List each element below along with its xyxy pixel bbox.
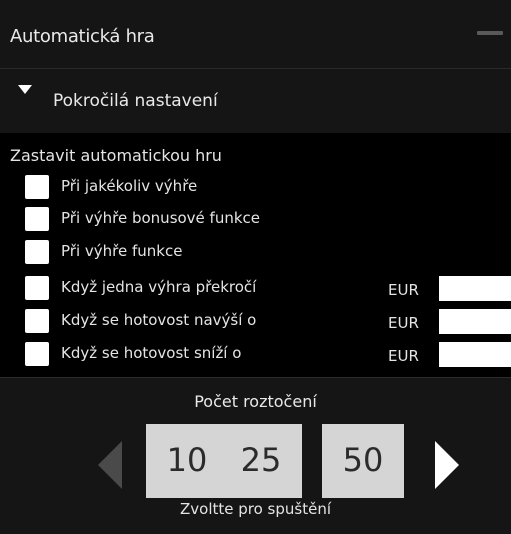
spin-count-title: Počet roztočení xyxy=(194,392,317,411)
stop-option-balance-increase: Když se hotovost navýší o EUR xyxy=(25,309,511,334)
currency-label: EUR xyxy=(388,314,419,332)
panel-title: Automatická hra xyxy=(10,26,155,47)
option-label: Když jedna výhra překročí xyxy=(61,278,257,296)
arrow-right-icon[interactable] xyxy=(435,441,459,489)
balance-increase-amount-input[interactable] xyxy=(439,309,511,334)
stop-option-any-win: Při jakékoliv výhře xyxy=(25,175,496,199)
option-label: Při výhře bonusové funkce xyxy=(61,209,261,227)
advanced-settings-toggle[interactable]: Pokročilá nastavení xyxy=(0,69,511,133)
stop-option-balance-decrease: Když se hotovost sníží o EUR xyxy=(25,342,511,367)
minimize-icon[interactable] xyxy=(477,31,503,35)
stop-option-bonus-feature-win: Při výhře bonusové funkce xyxy=(25,207,496,231)
spin-count-section: Počet roztočení 10 25 50 Zvoltte pro spu… xyxy=(0,377,511,534)
checkbox-any-win[interactable] xyxy=(25,175,49,199)
currency-label: EUR xyxy=(388,281,419,299)
arrow-left-icon[interactable] xyxy=(98,441,122,489)
option-label: Když se hotovost sníží o xyxy=(61,344,242,362)
spin-count-hint: Zvoltte pro spuštění xyxy=(179,500,331,518)
spin-count-button-50[interactable]: 50 xyxy=(322,424,404,498)
balance-decrease-amount-input[interactable] xyxy=(439,342,511,367)
spin-count-button-25[interactable]: 25 xyxy=(220,424,302,498)
checkbox-single-win-exceeds[interactable] xyxy=(25,276,49,300)
option-label: Při výhře funkce xyxy=(61,242,183,260)
stop-option-single-win-exceeds: Když jedna výhra překročí EUR xyxy=(25,276,511,301)
title-bar: Automatická hra xyxy=(0,0,511,69)
stop-autoplay-heading: Zastavit automatickou hru xyxy=(10,146,222,165)
checkbox-balance-increase[interactable] xyxy=(25,309,49,333)
advanced-settings-label: Pokročilá nastavení xyxy=(53,91,218,111)
single-win-amount-input[interactable] xyxy=(439,276,511,301)
stop-option-feature-win: Při výhře funkce xyxy=(25,240,496,264)
checkbox-bonus-feature-win[interactable] xyxy=(25,207,49,231)
triangle-down-icon xyxy=(18,85,32,94)
checkbox-feature-win[interactable] xyxy=(25,240,49,264)
option-label: Při jakékoliv výhře xyxy=(61,177,198,195)
currency-label: EUR xyxy=(388,347,419,365)
option-label: Když se hotovost navýší o xyxy=(61,311,257,329)
checkbox-balance-decrease[interactable] xyxy=(25,342,49,366)
spin-count-button-10[interactable]: 10 xyxy=(146,424,228,498)
autoplay-panel: Automatická hra Pokročilá nastavení Zast… xyxy=(0,0,511,534)
